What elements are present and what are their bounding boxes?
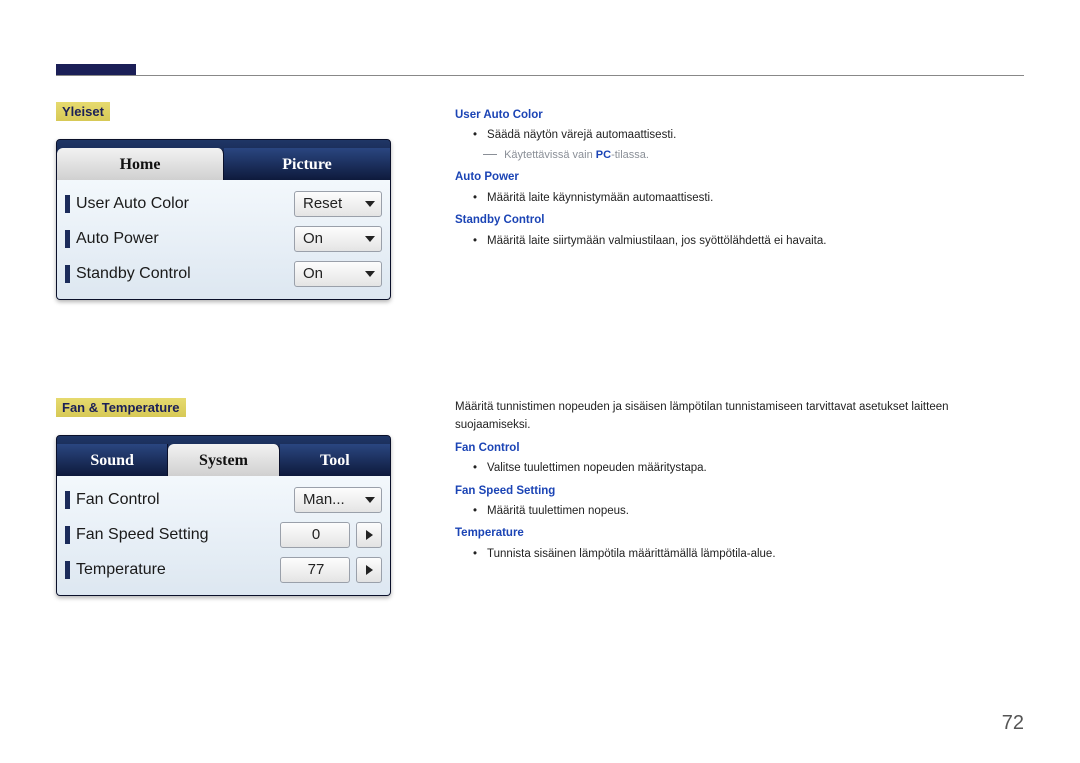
row-standby-control: Standby Control On bbox=[65, 256, 382, 291]
chevron-down-icon bbox=[365, 201, 375, 207]
dropdown-standby-control[interactable]: On bbox=[294, 261, 382, 287]
panel-body-yleiset: User Auto Color Reset Auto Power On Stan… bbox=[57, 180, 390, 299]
desc-bullet: Määritä laite käynnistymään automaattise… bbox=[455, 189, 1015, 207]
row-user-auto-color: User Auto Color Reset bbox=[65, 186, 382, 221]
desc-bullet: Määritä tuulettimen nopeus. bbox=[455, 502, 1015, 520]
desc-title-temperature: Temperature bbox=[455, 524, 1015, 542]
chevron-down-icon bbox=[365, 497, 375, 503]
spinner-value: 0 bbox=[312, 526, 320, 543]
dropdown-user-auto-color[interactable]: Reset bbox=[294, 191, 382, 217]
label-fan-control: Fan Control bbox=[76, 491, 294, 509]
row-marker bbox=[65, 526, 70, 544]
row-marker bbox=[65, 491, 70, 509]
desc-intro: Määritä tunnistimen nopeuden ja sisäisen… bbox=[455, 398, 1015, 435]
label-auto-power: Auto Power bbox=[76, 230, 294, 248]
description-yleiset: User Auto Color Säädä näytön värejä auto… bbox=[455, 102, 1015, 252]
row-marker bbox=[65, 230, 70, 248]
heading-fan-temperature: Fan & Temperature bbox=[56, 398, 186, 417]
panel-fan-temperature: Sound System Tool Fan Control Man... Fan… bbox=[56, 435, 391, 596]
desc-title-fan-speed-setting: Fan Speed Setting bbox=[455, 482, 1015, 500]
dropdown-auto-power[interactable]: On bbox=[294, 226, 382, 252]
panel-yleiset: Home Picture User Auto Color Reset Auto … bbox=[56, 139, 391, 300]
spinner-temperature-value[interactable]: 77 bbox=[280, 557, 350, 583]
dropdown-value: On bbox=[303, 230, 323, 247]
desc-bullet: Tunnista sisäinen lämpötila määrittämäll… bbox=[455, 545, 1015, 563]
spinner-increment-button[interactable] bbox=[356, 557, 382, 583]
row-temperature: Temperature 77 bbox=[65, 552, 382, 587]
tab-picture[interactable]: Picture bbox=[224, 148, 390, 180]
label-standby-control: Standby Control bbox=[76, 265, 294, 283]
triangle-right-icon bbox=[366, 565, 373, 575]
tab-home[interactable]: Home bbox=[57, 148, 224, 180]
desc-title-user-auto-color: User Auto Color bbox=[455, 106, 1015, 124]
section-yleiset: Yleiset Home Picture User Auto Color Res… bbox=[56, 102, 396, 300]
desc-title-standby-control: Standby Control bbox=[455, 211, 1015, 229]
row-marker bbox=[65, 265, 70, 283]
desc-bullet: Määritä laite siirtymään valmiustilaan, … bbox=[455, 232, 1015, 250]
spinner-fan-speed-value[interactable]: 0 bbox=[280, 522, 350, 548]
desc-title-fan-control: Fan Control bbox=[455, 439, 1015, 457]
dropdown-value: Man... bbox=[303, 491, 345, 508]
tabs-yleiset: Home Picture bbox=[57, 140, 390, 180]
spinner-increment-button[interactable] bbox=[356, 522, 382, 548]
panel-body-fan-temperature: Fan Control Man... Fan Speed Setting 0 T… bbox=[57, 476, 390, 595]
tab-system[interactable]: System bbox=[168, 444, 279, 476]
dropdown-value: On bbox=[303, 265, 323, 282]
row-marker bbox=[65, 561, 70, 579]
label-temperature: Temperature bbox=[76, 561, 280, 579]
tab-sound[interactable]: Sound bbox=[57, 444, 168, 476]
description-fan-temperature: Määritä tunnistimen nopeuden ja sisäisen… bbox=[455, 398, 1015, 565]
desc-bullet: Säädä näytön värejä automaattisesti. bbox=[455, 126, 1015, 144]
row-fan-control: Fan Control Man... bbox=[65, 482, 382, 517]
row-marker bbox=[65, 195, 70, 213]
desc-note: Käytettävissä vain PC-tilassa. bbox=[455, 147, 1015, 165]
header-divider bbox=[56, 75, 1024, 76]
dropdown-value: Reset bbox=[303, 195, 342, 212]
section-fan-temperature: Fan & Temperature Sound System Tool Fan … bbox=[56, 398, 396, 596]
dropdown-fan-control[interactable]: Man... bbox=[294, 487, 382, 513]
row-fan-speed-setting: Fan Speed Setting 0 bbox=[65, 517, 382, 552]
tabs-fan-temperature: Sound System Tool bbox=[57, 436, 390, 476]
desc-title-auto-power: Auto Power bbox=[455, 168, 1015, 186]
page-number: 72 bbox=[1002, 712, 1024, 735]
chevron-down-icon bbox=[365, 271, 375, 277]
tab-tool[interactable]: Tool bbox=[280, 444, 390, 476]
label-user-auto-color: User Auto Color bbox=[76, 195, 294, 213]
spinner-value: 77 bbox=[308, 561, 325, 578]
triangle-right-icon bbox=[366, 530, 373, 540]
heading-yleiset: Yleiset bbox=[56, 102, 110, 121]
row-auto-power: Auto Power On bbox=[65, 221, 382, 256]
note-dash-icon bbox=[483, 154, 497, 155]
label-fan-speed-setting: Fan Speed Setting bbox=[76, 526, 280, 544]
chevron-down-icon bbox=[365, 236, 375, 242]
desc-bullet: Valitse tuulettimen nopeuden määritystap… bbox=[455, 459, 1015, 477]
